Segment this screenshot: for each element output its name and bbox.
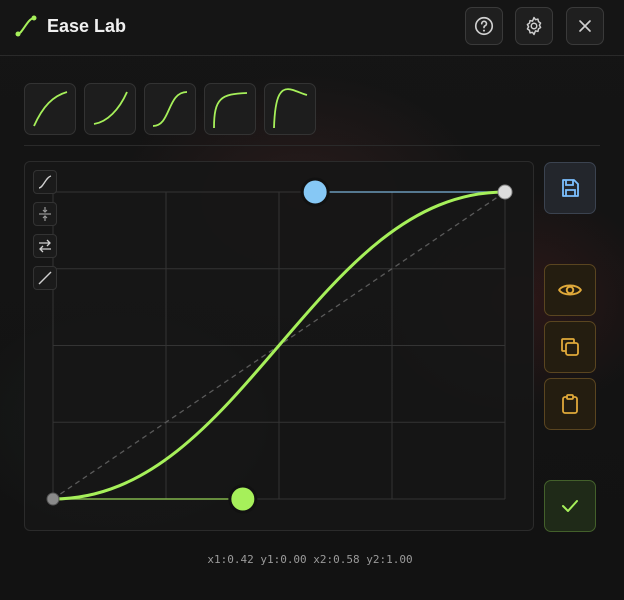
- swap-button[interactable]: [33, 234, 57, 258]
- curve-tool-button[interactable]: [33, 170, 57, 194]
- check-icon: [562, 500, 578, 512]
- linear-icon: [38, 271, 52, 285]
- paste-button[interactable]: [544, 378, 596, 430]
- clipboard-icon: [562, 394, 578, 414]
- save-icon: [562, 179, 579, 197]
- curve-graph[interactable]: [0, 0, 624, 600]
- end-point: [497, 184, 513, 200]
- confirm-button[interactable]: [544, 480, 596, 532]
- eye-icon: [558, 284, 582, 296]
- linear-button[interactable]: [33, 266, 57, 290]
- control-handle-2[interactable]: [300, 177, 330, 207]
- control-handle-1[interactable]: [228, 484, 258, 514]
- swap-icon: [39, 239, 51, 253]
- save-button[interactable]: [544, 162, 596, 214]
- curve-tool-icon: [38, 175, 52, 189]
- coordinate-readout: x1:0.42 y1:0.00 x2:0.58 y2:1.00: [207, 553, 413, 566]
- copy-button[interactable]: [544, 321, 596, 373]
- copy-icon: [561, 338, 579, 356]
- preview-button[interactable]: [544, 264, 596, 316]
- flip-vertical-button[interactable]: [33, 202, 57, 226]
- flip-vertical-icon: [39, 207, 51, 221]
- start-point: [46, 492, 60, 506]
